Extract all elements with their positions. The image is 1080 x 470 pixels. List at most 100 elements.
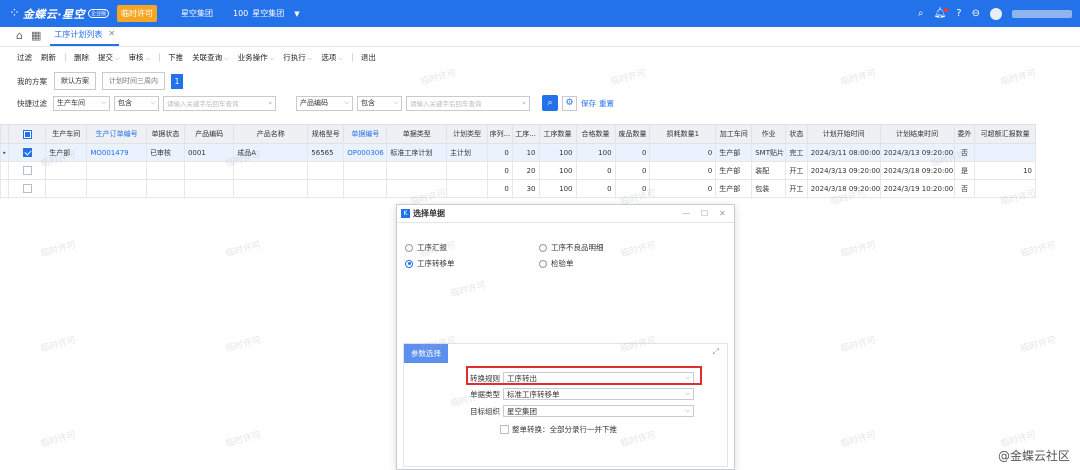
chevron-down-icon: ⌵ <box>115 54 120 62</box>
tab-param-select[interactable]: 参数选择 <box>404 344 448 363</box>
filter-op-select-1[interactable]: 包含 ⌵ <box>114 95 159 111</box>
column-header[interactable]: 单据状态 <box>145 124 185 144</box>
toolbar-item[interactable]: 业务操作 ⌵ <box>238 52 275 63</box>
filter-field-select-2[interactable]: 产品编码 ⌵ <box>296 95 353 111</box>
tab-process-plan-list[interactable]: 工序计划列表 ✕ <box>50 29 120 46</box>
reset-link[interactable]: 重置 <box>599 98 614 109</box>
toolbar-item[interactable]: 提交 ⌵ <box>98 52 120 63</box>
default-scheme-button[interactable]: 默认方案 <box>54 72 96 90</box>
column-header[interactable]: 计划开始时间 <box>806 124 881 144</box>
close-icon[interactable]: ✕ <box>108 29 115 40</box>
dialog-header: K 选择单据 — ☐ ✕ <box>397 205 734 223</box>
column-header[interactable]: 产品编码 <box>183 124 235 144</box>
whole-conversion-row[interactable]: 整单转换：全部分录行一并下推 <box>500 424 617 435</box>
org-link[interactable]: 星空集团 <box>181 8 213 19</box>
help-icon[interactable]: ? <box>956 8 961 19</box>
org-name[interactable]: 星空集团 <box>252 8 284 19</box>
user-name-blurred[interactable] <box>1012 9 1072 18</box>
toolbar-item[interactable]: 行执行 ⌵ <box>283 52 312 63</box>
column-header[interactable]: 工序... <box>511 124 540 144</box>
column-header[interactable]: 合格数量 <box>575 124 616 144</box>
column-header[interactable]: 序列... <box>487 124 513 144</box>
column-header[interactable]: 状态 <box>785 124 808 144</box>
column-header[interactable]: 产品名称 <box>233 124 309 144</box>
avatar[interactable] <box>990 7 1002 20</box>
toolbar-item[interactable]: 删除 <box>74 52 89 63</box>
column-header[interactable]: 单据类型 <box>386 124 448 144</box>
column-header[interactable]: 单据编号 <box>343 124 388 144</box>
table-cell[interactable] <box>86 179 147 198</box>
table-cell: 完工 <box>785 143 808 162</box>
table-cell[interactable] <box>343 179 388 198</box>
radio-option-2[interactable]: 工序不良品明细 <box>539 242 604 253</box>
target-org-select[interactable]: 星空集团 ⌵ <box>503 405 694 417</box>
row-checkbox[interactable] <box>22 148 32 157</box>
column-header[interactable]: 计划结束时间 <box>879 124 955 144</box>
radio-button[interactable] <box>405 259 413 268</box>
org-dropdown-icon[interactable]: ▼ <box>294 10 299 18</box>
column-header[interactable]: 工序数量 <box>538 124 577 144</box>
toolbar-item[interactable]: 退出 <box>361 52 376 63</box>
table-row[interactable]: 0 20 100 0 0 0 生产部 装配 开工 2024/3/13 09:20:00 2024/3… <box>0 161 1036 180</box>
table-cell <box>45 161 88 180</box>
temp-license-badge[interactable]: 临时许可 <box>117 5 157 22</box>
radio-button[interactable] <box>539 259 547 268</box>
table-cell: 0 <box>614 143 651 162</box>
bell-icon[interactable]: 🔔︎ <box>934 8 948 19</box>
table-cell: 2024/3/18 09:20:00 <box>879 161 955 180</box>
search-button[interactable]: ⌕ <box>542 95 558 111</box>
table-row[interactable]: ▸ 生产部 MO001479 已审核 0001 成品A 56565 OP000306 标准工序计… <box>0 143 1036 162</box>
gear-icon[interactable]: ⚙ <box>562 95 577 111</box>
column-header[interactable]: 规格型号 <box>307 124 345 144</box>
column-header[interactable]: 生产订单编号 <box>86 124 147 144</box>
column-header[interactable]: 作业 <box>751 124 787 144</box>
select-all-checkbox[interactable] <box>22 129 32 139</box>
expand-icon[interactable]: ⤢ <box>713 347 719 357</box>
toolbar-item[interactable]: 关联查询 ⌵ <box>192 52 229 63</box>
home-icon[interactable]: ⌂ <box>16 29 23 42</box>
save-scheme-link[interactable]: 保存 <box>581 98 596 109</box>
radio-option-1[interactable]: 工序汇报 <box>405 242 447 253</box>
filter-field-select-1[interactable]: 生产车间 ⌵ <box>53 95 110 111</box>
column-header[interactable]: 可超额汇报数量 <box>974 124 1036 144</box>
table-cell[interactable]: OP000306 <box>343 143 388 162</box>
column-header[interactable]: 废品数量 <box>614 124 651 144</box>
table-cell: 10 <box>511 143 540 162</box>
toolbar-item[interactable]: 审核 ⌵ <box>129 52 151 63</box>
radio-button[interactable] <box>405 243 413 252</box>
filter-op-select-2[interactable]: 包含 ⌵ <box>357 95 402 111</box>
column-header[interactable]: 计划类型 <box>446 124 489 144</box>
column-header[interactable]: 委外 <box>953 124 976 144</box>
toolbar-item[interactable]: 过滤 <box>17 52 32 63</box>
filter-keyword-input-2[interactable]: 请输入关键字后回车查询 ⌕ <box>406 95 530 111</box>
row-checkbox[interactable] <box>22 184 32 193</box>
maximize-icon[interactable]: ☐ <box>701 209 708 218</box>
whole-conversion-checkbox[interactable] <box>500 425 509 434</box>
minus-circle-icon[interactable]: ⊖ <box>972 8 980 19</box>
toolbar-item[interactable]: 选项 ⌵ <box>321 52 343 63</box>
table-cell[interactable] <box>343 161 388 180</box>
apps-grid-icon[interactable]: ▦ <box>31 29 41 42</box>
table-row[interactable]: 0 30 100 0 0 0 生产部 包装 开工 2024/3/18 09:20:00 2024/3… <box>0 179 1036 198</box>
minimize-icon[interactable]: — <box>682 209 690 218</box>
toolbar-item[interactable]: 刷新 <box>41 52 56 63</box>
radio-button[interactable] <box>539 243 547 252</box>
table-cell[interactable] <box>86 161 147 180</box>
search-icon[interactable]: ⌕ <box>918 8 924 19</box>
scheme-count-badge[interactable]: 1 <box>171 73 183 89</box>
toolbar-item[interactable]: 下推 <box>168 52 183 63</box>
radio-option-3[interactable]: 工序转移单 <box>405 258 455 269</box>
column-header[interactable]: 加工车间 <box>715 124 753 144</box>
row-checkbox[interactable] <box>22 166 32 175</box>
plan-scheme-button[interactable]: 计划时间三周内 <box>102 72 165 90</box>
column-header[interactable]: 生产车间 <box>45 124 88 144</box>
column-header[interactable]: 损耗数量1 <box>649 124 717 144</box>
radio-option-4[interactable]: 检验单 <box>539 258 574 269</box>
table-cell: 2024/3/11 08:00:00 <box>806 143 881 162</box>
doc-type-select[interactable]: 标准工序转移单 ⌵ <box>503 388 694 400</box>
close-icon[interactable]: ✕ <box>719 209 726 218</box>
table-cell: 开工 <box>785 161 808 180</box>
table-cell[interactable]: MO001479 <box>86 143 147 162</box>
table-cell: 包装 <box>751 179 787 198</box>
filter-keyword-input-1[interactable]: 请输入关键字后回车查询 ⌕ <box>163 95 276 111</box>
